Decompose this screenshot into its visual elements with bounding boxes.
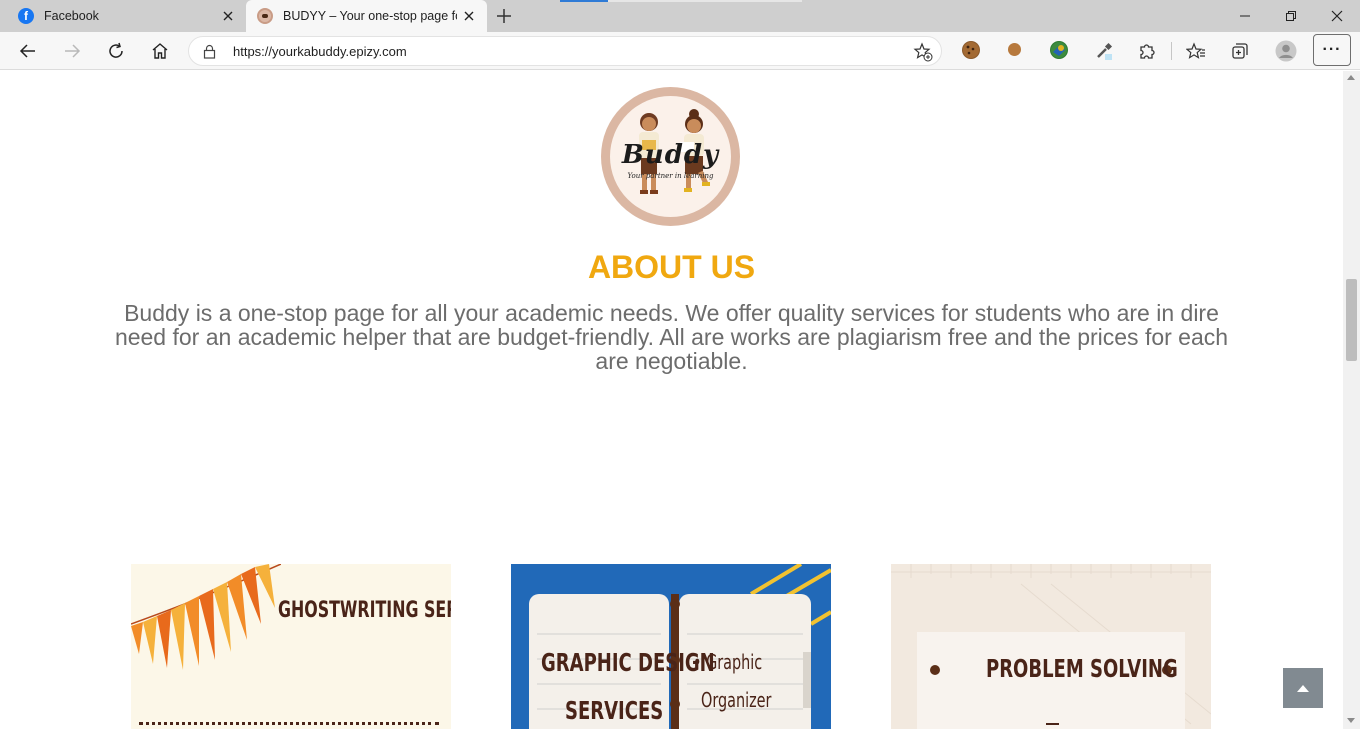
back-button[interactable] bbox=[12, 35, 44, 67]
scroll-thumb[interactable] bbox=[1346, 279, 1357, 361]
card-list-item: Organizer bbox=[701, 688, 772, 712]
forward-arrow-icon bbox=[65, 44, 81, 58]
tab-strip: f Facebook BUDYY – Your one-stop page fo… bbox=[0, 0, 1360, 32]
forward-button[interactable] bbox=[56, 35, 88, 67]
loading-track bbox=[608, 0, 802, 2]
web-page: Buddy Your partner in learning ABOUT US … bbox=[0, 71, 1343, 729]
lock-icon[interactable] bbox=[203, 44, 216, 64]
profile-avatar-icon[interactable] bbox=[1270, 35, 1302, 67]
logo-tagline: Your partner in learning bbox=[627, 172, 714, 180]
notebook-illustration bbox=[529, 564, 831, 729]
facebook-icon: f bbox=[18, 8, 34, 24]
card-text-preview bbox=[139, 722, 439, 725]
refresh-button[interactable] bbox=[100, 35, 132, 67]
loading-indicator bbox=[560, 0, 608, 2]
tab-title: Facebook bbox=[44, 9, 99, 23]
card-title-line2: SERVICES bbox=[565, 696, 664, 725]
vertical-scrollbar[interactable] bbox=[1343, 71, 1360, 729]
puzzle-icon[interactable] bbox=[1131, 35, 1163, 67]
address-bar[interactable]: https://yourkabuddy.epizy.com bbox=[188, 36, 942, 66]
graphic-design-services-card[interactable]: GRAPHIC DESIGN SERVICES • Graphic Organi… bbox=[511, 564, 831, 729]
tab-buddy[interactable]: BUDYY – Your one-stop page for bbox=[246, 0, 487, 32]
gem-icon[interactable] bbox=[1050, 41, 1068, 59]
minimize-button[interactable] bbox=[1222, 0, 1268, 32]
restore-button[interactable] bbox=[1268, 0, 1314, 32]
refresh-icon bbox=[109, 42, 123, 58]
card-title: GHOSTWRITING SERVICES bbox=[278, 598, 451, 623]
card-title: GRAPHIC DESIGN bbox=[541, 648, 715, 677]
cookie-small-icon[interactable] bbox=[1008, 43, 1021, 56]
close-window-button[interactable] bbox=[1314, 0, 1360, 32]
favorites-icon[interactable] bbox=[1180, 35, 1212, 67]
add-favorite-icon[interactable] bbox=[913, 42, 933, 67]
buddy-logo-icon bbox=[257, 8, 273, 24]
buddy-logo[interactable]: Buddy Your partner in learning bbox=[601, 87, 740, 226]
eyedropper-icon[interactable] bbox=[1088, 35, 1120, 67]
close-tab-icon[interactable] bbox=[457, 4, 481, 28]
close-tab-icon[interactable] bbox=[216, 4, 240, 28]
bunting-decoration bbox=[131, 564, 281, 670]
ghostwriting-services-card[interactable]: GHOSTWRITING SERVICES bbox=[131, 564, 451, 729]
problem-solving-card[interactable]: PROBLEM SOLVING bbox=[891, 564, 1211, 729]
card-title: PROBLEM SOLVING bbox=[986, 654, 1178, 683]
collections-icon[interactable] bbox=[1224, 35, 1256, 67]
cookie-icon[interactable] bbox=[962, 41, 980, 59]
toolbar-separator bbox=[1171, 42, 1172, 60]
back-arrow-icon bbox=[19, 44, 35, 58]
ruler-background bbox=[891, 564, 1211, 729]
scroll-to-top-button[interactable] bbox=[1283, 668, 1323, 708]
chevron-up-icon bbox=[1297, 685, 1309, 692]
about-us-text: Buddy is a one-stop page for all your ac… bbox=[114, 300, 1229, 374]
tab-title: BUDYY – Your one-stop page for bbox=[283, 9, 457, 23]
scroll-down-arrow-icon[interactable] bbox=[1347, 718, 1355, 723]
scroll-up-arrow-icon[interactable] bbox=[1347, 75, 1355, 80]
settings-more-button[interactable]: ··· bbox=[1313, 34, 1351, 66]
logo-wordmark: Buddy bbox=[621, 140, 720, 170]
home-button[interactable] bbox=[144, 35, 176, 67]
home-icon bbox=[152, 43, 168, 59]
logo-inner: Buddy Your partner in learning bbox=[610, 96, 731, 217]
card-list-item: • Graphic bbox=[693, 650, 763, 674]
browser-toolbar: https://yourkabuddy.epizy.com ··· bbox=[0, 32, 1360, 70]
tab-facebook[interactable]: f Facebook bbox=[0, 0, 246, 32]
new-tab-button[interactable] bbox=[492, 4, 516, 28]
about-us-heading: ABOUT US bbox=[587, 249, 756, 285]
url-text[interactable]: https://yourkabuddy.epizy.com bbox=[233, 44, 407, 59]
